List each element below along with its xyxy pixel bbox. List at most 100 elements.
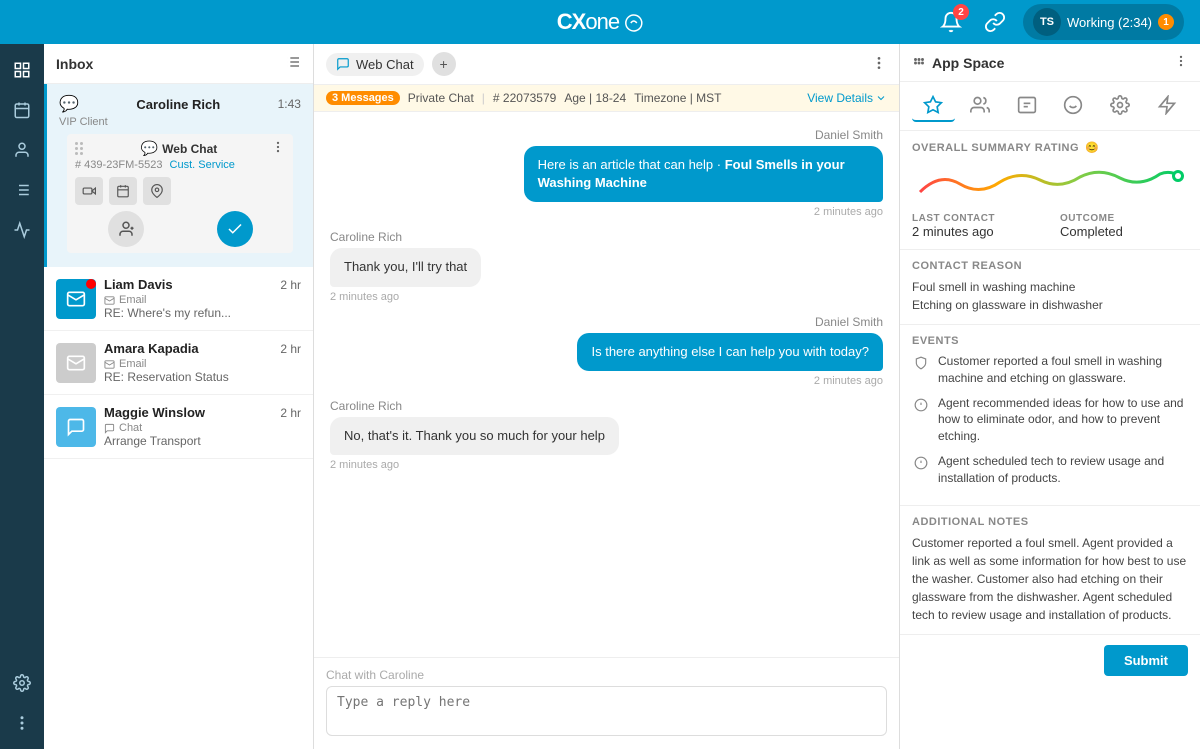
summary-row: LAST CONTACT 2 minutes ago OUTCOME Compl… — [912, 213, 1188, 239]
amara-top: Amara Kapadia 2 hr — [104, 341, 301, 356]
last-contact-value: 2 minutes ago — [912, 224, 1040, 239]
active-contact-time: 1:43 — [278, 97, 301, 111]
message-2-sender: Caroline Rich — [330, 230, 402, 244]
active-contact-name: Caroline Rich — [136, 97, 220, 112]
event-2: Agent recommended ideas for how to use a… — [912, 395, 1188, 445]
contact-card-amara[interactable]: Amara Kapadia 2 hr Email RE: Reservation… — [44, 331, 313, 395]
messages-badge: 3 Messages — [326, 91, 400, 105]
app-space-header: App Space — [900, 44, 1200, 82]
assign-button[interactable] — [108, 211, 144, 247]
events-title: EVENTS — [912, 335, 1188, 347]
overall-summary-title: OVERALL SUMMARY RATING 😊 — [912, 141, 1188, 154]
liam-preview: RE: Where's my refun... — [104, 306, 301, 320]
event-1-text: Customer reported a foul smell in washin… — [938, 353, 1188, 387]
agent-status[interactable]: TS Working (2:34) 1 — [1023, 4, 1184, 40]
chat-input[interactable] — [326, 686, 887, 736]
app-space-more-button[interactable] — [1174, 54, 1188, 71]
nav-calendar[interactable] — [4, 92, 40, 128]
nav-reports[interactable] — [4, 172, 40, 208]
top-header: CXone 2 TS Working (2:34) 1 — [0, 0, 1200, 44]
left-nav — [0, 44, 44, 749]
message-1: Daniel Smith Here is an article that can… — [330, 128, 883, 218]
webchat-item[interactable]: 💬 Web Chat # 439-23FM-5523 Cust. Service — [67, 134, 293, 253]
link-button[interactable] — [979, 6, 1011, 38]
contact-reason-item-2: Etching on glassware in dishwasher — [912, 296, 1188, 314]
additional-notes-text: Customer reported a foul smell. Agent pr… — [912, 534, 1188, 624]
outcome-value: Completed — [1060, 224, 1188, 239]
chat-id: # 22073579 — [493, 91, 556, 105]
inbox-menu-button[interactable] — [285, 54, 301, 73]
app-icon-profile[interactable] — [1005, 90, 1048, 122]
maggie-top: Maggie Winslow 2 hr — [104, 405, 301, 420]
chat-panel: Web Chat + 3 Messages Private Chat | # 2… — [314, 44, 900, 749]
more-vert-icon — [1174, 54, 1188, 68]
inbox-title: Inbox — [56, 56, 93, 72]
message-1-bubble: Here is an article that can help · Foul … — [524, 146, 883, 202]
app-icon-lightning[interactable] — [1145, 90, 1188, 122]
event-2-icon — [912, 396, 930, 414]
event-3-text: Agent scheduled tech to review usage and… — [938, 453, 1188, 487]
drag-handle — [75, 142, 83, 155]
nav-settings[interactable] — [4, 665, 40, 701]
agent-avatar: TS — [1033, 8, 1061, 36]
contact-card-liam[interactable]: Liam Davis 2 hr Email RE: Where's my ref… — [44, 267, 313, 331]
emoji-icon: 😊 — [1085, 141, 1099, 154]
logo-one: one — [585, 9, 619, 34]
main-layout: Inbox 💬 Caroline Rich 1:43 VIP Client — [0, 44, 1200, 749]
calendar-action-button[interactable] — [109, 177, 137, 205]
chat-more-button[interactable] — [871, 55, 887, 74]
nav-dashboard[interactable] — [4, 52, 40, 88]
message-4-time: 2 minutes ago — [330, 459, 399, 471]
header-right: 2 TS Working (2:34) 1 — [935, 4, 1184, 40]
webchat-more-button[interactable] — [271, 140, 285, 157]
webchat-chat-icon: 💬 — [141, 140, 158, 157]
submit-area: Submit — [900, 635, 1200, 686]
app-icon-sentiment[interactable] — [1052, 90, 1095, 122]
inbox-panel: Inbox 💬 Caroline Rich 1:43 VIP Client — [44, 44, 314, 749]
add-tab-button[interactable]: + — [432, 52, 456, 76]
nav-contacts[interactable] — [4, 132, 40, 168]
nav-metrics[interactable] — [4, 212, 40, 248]
maggie-time: 2 hr — [280, 406, 301, 420]
last-contact-label: LAST CONTACT — [912, 213, 1040, 224]
last-contact-col: LAST CONTACT 2 minutes ago — [912, 213, 1040, 239]
outcome-col: OUTCOME Completed — [1060, 213, 1188, 239]
app-icon-settings[interactable] — [1099, 90, 1142, 122]
liam-name: Liam Davis — [104, 277, 173, 292]
location-action-button[interactable] — [143, 177, 171, 205]
message-1-sender: Daniel Smith — [815, 128, 883, 142]
liam-info: Liam Davis 2 hr Email RE: Where's my ref… — [104, 277, 301, 320]
message-1-time: 2 minutes ago — [814, 206, 883, 218]
message-2-bubble: Thank you, I'll try that — [330, 248, 481, 286]
vip-label: VIP Client — [59, 116, 301, 128]
submit-button[interactable]: Submit — [1104, 645, 1188, 676]
web-chat-tab-label: Web Chat — [356, 57, 414, 72]
notification-badge: 2 — [953, 4, 969, 20]
notifications-button[interactable]: 2 — [935, 6, 967, 38]
maggie-avatar — [56, 407, 96, 447]
more-icon — [271, 140, 285, 154]
maggie-info: Maggie Winslow 2 hr Chat Arrange Transpo… — [104, 405, 301, 448]
nav-more[interactable] — [4, 705, 40, 741]
event-1-icon — [912, 354, 930, 372]
web-chat-tab[interactable]: Web Chat — [326, 53, 424, 76]
menu-icon — [285, 54, 301, 70]
liam-time: 2 hr — [280, 278, 301, 292]
maggie-meta: Chat — [104, 422, 301, 434]
active-contact-card[interactable]: 💬 Caroline Rich 1:43 VIP Client 💬 — [44, 84, 313, 267]
webchat-item-header: 💬 Web Chat — [75, 140, 285, 157]
amara-time: 2 hr — [280, 342, 301, 356]
app-space-icons — [900, 82, 1200, 131]
grid-dots-icon — [912, 56, 926, 70]
complete-button[interactable] — [217, 211, 253, 247]
agent-status-label: Working (2:34) — [1067, 15, 1152, 30]
video-action-button[interactable] — [75, 177, 103, 205]
chat-input-label: Chat with Caroline — [326, 668, 887, 682]
additional-notes-section: ADDITIONAL NOTES Customer reported a fou… — [900, 506, 1200, 635]
contact-card-maggie[interactable]: Maggie Winslow 2 hr Chat Arrange Transpo… — [44, 395, 313, 459]
event-2-text: Agent recommended ideas for how to use a… — [938, 395, 1188, 445]
inbox-header: Inbox — [44, 44, 313, 84]
view-details-button[interactable]: View Details — [807, 91, 887, 105]
app-icon-contacts[interactable] — [959, 90, 1002, 122]
app-icon-ai[interactable] — [912, 90, 955, 122]
